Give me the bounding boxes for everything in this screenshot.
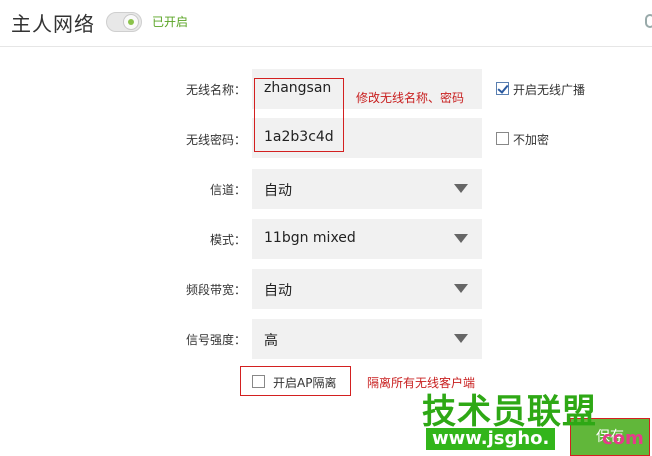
- ssid-label: 无线名称：: [185, 83, 246, 97]
- network-toggle[interactable]: [106, 12, 142, 32]
- channel-label: 信道：: [209, 183, 246, 197]
- ssid-password-highlight: [254, 78, 344, 152]
- signal-select[interactable]: 高: [252, 319, 482, 359]
- channel-value: 自动: [264, 183, 292, 199]
- ap-isolation-checkbox[interactable]: [252, 375, 265, 388]
- bandwidth-label: 频段带宽：: [185, 283, 246, 297]
- channel-select[interactable]: 自动: [252, 169, 482, 209]
- chevron-down-icon: [454, 234, 468, 243]
- mode-select[interactable]: 11bgn mixed: [252, 219, 482, 259]
- no-encrypt-checkbox[interactable]: [496, 132, 509, 145]
- toggle-knob: [123, 14, 139, 30]
- ap-isolation-annotation: 隔离所有无线客户端: [367, 376, 476, 390]
- chevron-down-icon: [454, 284, 468, 293]
- mode-label: 模式：: [209, 233, 246, 247]
- password-label: 无线密码：: [185, 133, 246, 147]
- ssid-annotation: 修改无线名称、密码: [356, 91, 465, 105]
- toggle-status-label: 已开启: [152, 15, 189, 29]
- signal-value: 高: [264, 333, 278, 349]
- no-encrypt-label: 不加密: [513, 133, 550, 147]
- save-button[interactable]: 保存: [570, 418, 650, 456]
- ap-isolation-label: 开启AP隔离: [273, 376, 337, 390]
- chevron-down-icon: [454, 184, 468, 193]
- header-bar: 主人网络 已开启: [0, 0, 652, 47]
- bandwidth-select[interactable]: 自动: [252, 269, 482, 309]
- page-title: 主人网络: [11, 12, 95, 36]
- broadcast-checkbox[interactable]: [496, 82, 509, 95]
- bandwidth-value: 自动: [264, 283, 292, 299]
- mode-value: 11bgn mixed: [264, 230, 356, 246]
- watermark-url: www.jsgho.: [426, 428, 556, 450]
- chevron-down-icon: [454, 334, 468, 343]
- broadcast-label: 开启无线广播: [513, 83, 586, 97]
- partial-icon: [645, 14, 652, 28]
- signal-label: 信号强度：: [185, 333, 246, 347]
